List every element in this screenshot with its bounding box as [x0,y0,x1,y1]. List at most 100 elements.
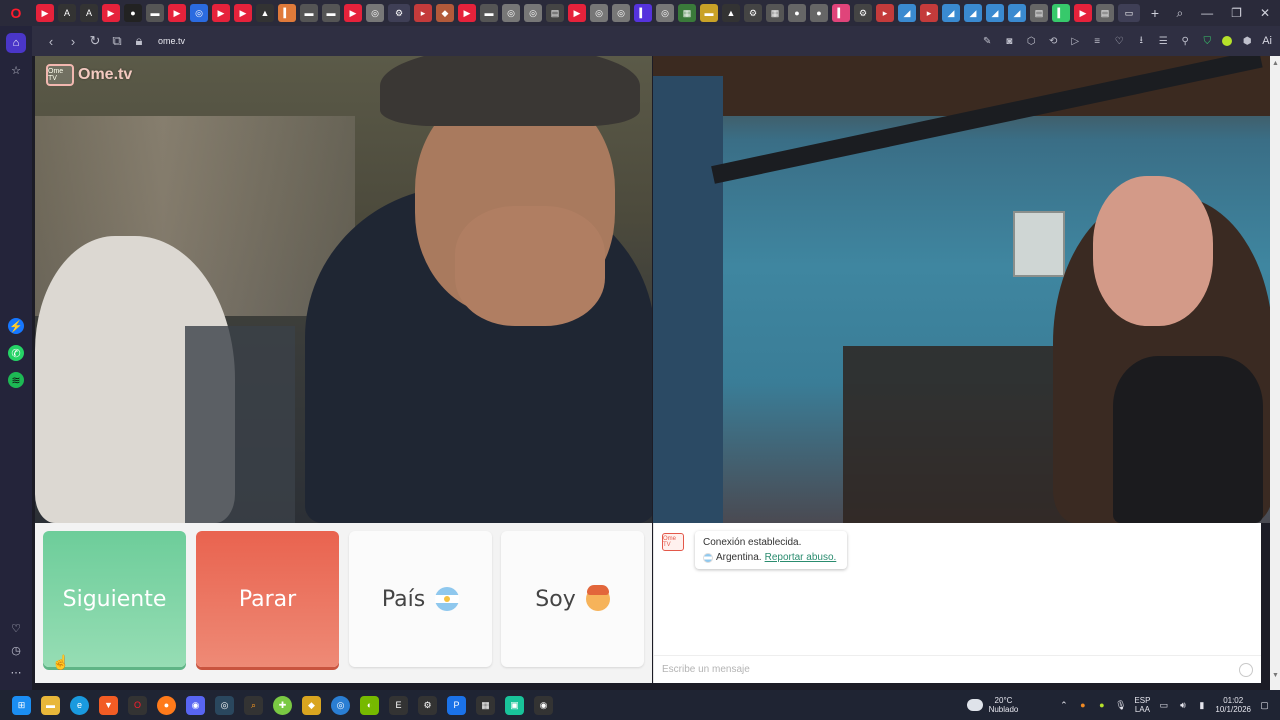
tiling-app-icon[interactable]: ▦ [476,695,495,715]
next-button[interactable]: Siguiente [43,531,186,667]
tab-icon[interactable]: ▍ [278,4,296,22]
list-icon[interactable]: ☰ [1156,34,1170,48]
tab-icon[interactable]: ▬ [480,4,498,22]
edit-icon[interactable]: ✎ [980,34,994,48]
windows-start-icon[interactable]: ⊞ [12,695,31,715]
tab-icon[interactable]: ▬ [146,4,164,22]
vpn-shield-icon[interactable]: ⛉ [1200,34,1214,48]
report-abuse-link[interactable]: Reportar abuso. [765,550,837,565]
tab-icon[interactable]: ◎ [590,4,608,22]
message-input[interactable] [662,664,1222,675]
discord-icon[interactable]: ◉ [186,695,205,715]
scroll-down-arrow-icon[interactable]: ▼ [1272,672,1279,679]
tab-icon[interactable]: ◎ [190,4,208,22]
camera-icon[interactable]: ◙ [1002,34,1016,48]
tab-icon[interactable]: ◎ [502,4,520,22]
clock[interactable]: 01:02 10/1/2026 [1215,696,1251,714]
whatsapp-icon[interactable]: ✆ [8,345,24,361]
heart-icon[interactable]: ♡ [6,618,26,638]
tab-icon[interactable]: ▤ [546,4,564,22]
forward-arrow-icon[interactable]: › [62,34,84,49]
language-indicator[interactable]: ESP LAA [1134,696,1150,714]
shield-icon[interactable]: ⬡ [1024,34,1038,48]
new-tab-plus-icon[interactable]: + [1144,5,1166,21]
tab-icon[interactable]: ◢ [986,4,1004,22]
youtube-tab-icon[interactable]: ▶ [458,4,476,22]
network-icon[interactable]: ▭ [1158,700,1169,711]
yellow-app-icon[interactable]: ◆ [302,695,321,715]
reload-icon[interactable]: ↻ [84,33,106,49]
tab-icon[interactable]: ▦ [678,4,696,22]
play-icon[interactable]: ▷ [1068,34,1082,48]
green-app-icon[interactable]: ✚ [273,695,292,715]
close-icon[interactable]: ✕ [1260,6,1270,20]
tab-icon[interactable]: ▬ [700,4,718,22]
tab-icon[interactable]: A [58,4,76,22]
back-arrow-icon[interactable]: ‹ [40,34,62,49]
home-icon[interactable]: ⌂ [6,33,26,53]
search-tabs-icon[interactable]: ⌕ [1176,6,1183,21]
gender-select-button[interactable]: Soy [501,531,644,667]
youtube-tab-icon[interactable]: ▶ [212,4,230,22]
tab-icon[interactable]: ▸ [876,4,894,22]
tab-icon[interactable]: ◢ [1008,4,1026,22]
tab-icon[interactable]: ⚙ [744,4,762,22]
youtube-tab-icon[interactable]: ▶ [344,4,362,22]
url-text[interactable]: ome.tv [158,36,185,46]
tab-icon[interactable]: ● [124,4,142,22]
extension-icon[interactable] [1222,36,1233,46]
tab-icon[interactable]: ▍ [634,4,652,22]
account-icon[interactable]: ⚲ [1178,34,1192,48]
weather-widget[interactable]: 20°C Nublado [966,696,1018,714]
youtube-tab-icon[interactable]: ▶ [234,4,252,22]
teal-app-icon[interactable]: ▣ [505,695,524,715]
minimize-icon[interactable]: — [1201,6,1213,20]
battery-icon[interactable]: ▮ [1196,700,1207,711]
maximize-icon[interactable]: ❐ [1231,6,1242,20]
youtube-tab-icon[interactable]: ▶ [1074,4,1092,22]
youtube-tab-icon[interactable]: ▶ [568,4,586,22]
nvidia-icon[interactable]: ◐ [360,695,379,715]
tab-icon[interactable]: ▍ [832,4,850,22]
tab-icon[interactable]: ● [810,4,828,22]
tab-icon[interactable]: ▬ [300,4,318,22]
tab-icon[interactable]: ◆ [436,4,454,22]
file-explorer-icon[interactable]: ▬ [41,695,60,715]
translate-icon[interactable]: ⟲ [1046,34,1060,48]
more-options-icon[interactable]: ⋯ [6,662,26,682]
menu-icon[interactable]: ≡ [1090,34,1104,48]
settings-gear-icon[interactable]: ⚙ [418,695,437,715]
tab-icon[interactable]: ▤ [1030,4,1048,22]
epic-games-icon[interactable]: E [389,695,408,715]
tab-icon[interactable]: ◢ [942,4,960,22]
tab-icon[interactable]: ⚙ [854,4,872,22]
youtube-tab-icon[interactable]: ▶ [36,4,54,22]
tab-icon[interactable]: ◎ [366,4,384,22]
tab-icon[interactable]: ▸ [920,4,938,22]
notifications-icon[interactable]: ▢ [1259,700,1270,711]
brave-icon[interactable]: ▼ [99,695,118,715]
photoshop-icon[interactable]: P [447,695,466,715]
tab-icon[interactable]: ▸ [414,4,432,22]
history-clock-icon[interactable]: ◷ [6,640,26,660]
tab-icon[interactable]: ◎ [656,4,674,22]
opera-logo-icon[interactable]: O [0,0,32,26]
tab-icon[interactable]: ◢ [964,4,982,22]
tab-icon[interactable]: ▦ [766,4,784,22]
download-icon[interactable]: ⭳ [1134,34,1148,48]
edge-icon[interactable]: e [70,695,89,715]
page-scrollbar[interactable] [1270,56,1280,690]
tab-icon[interactable]: ◎ [524,4,542,22]
blue-app-icon[interactable]: ◎ [331,695,350,715]
tab-icon[interactable]: ▲ [256,4,274,22]
tab-icon[interactable]: ▬ [322,4,340,22]
tab-icon[interactable]: ▍ [1052,4,1070,22]
tray-app-icon[interactable]: ● [1077,700,1088,711]
tab-icon[interactable]: ▲ [722,4,740,22]
country-select-button[interactable]: País [349,531,492,667]
star-icon[interactable]: ☆ [6,60,26,80]
firefox-icon[interactable]: ● [157,695,176,715]
tab-icon[interactable]: ● [788,4,806,22]
scroll-up-arrow-icon[interactable]: ▲ [1272,60,1279,67]
ome-tv-tab-icon[interactable]: ▭ [1118,4,1140,22]
